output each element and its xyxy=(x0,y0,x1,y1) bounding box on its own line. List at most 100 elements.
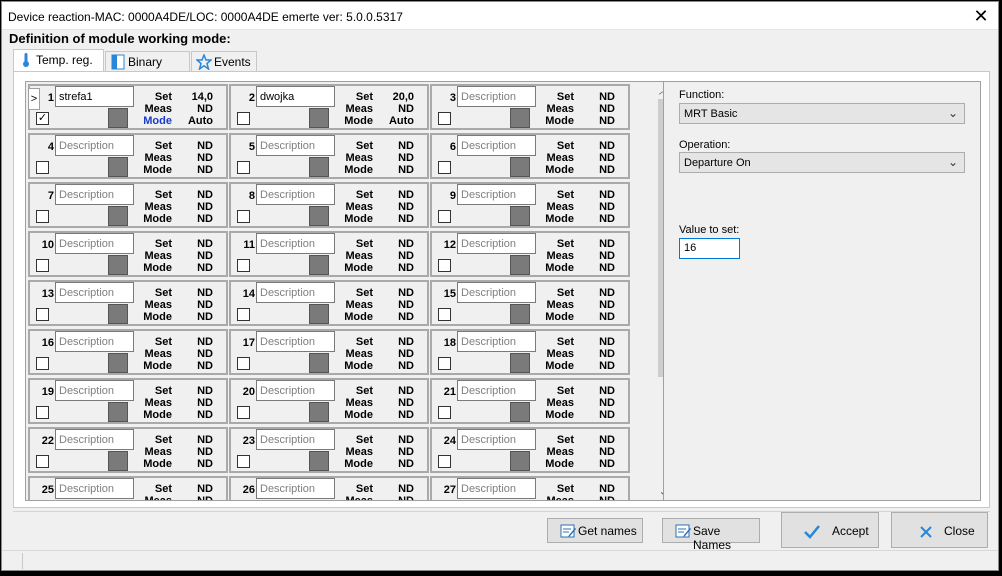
zone-description-input[interactable] xyxy=(457,331,536,352)
zone-color-swatch[interactable] xyxy=(309,108,329,128)
zone-description-input[interactable] xyxy=(457,380,536,401)
zone-checkbox[interactable] xyxy=(36,161,49,174)
zone-cell[interactable]: 3SetMeasModeNDNDND xyxy=(430,84,630,130)
zone-description-input[interactable] xyxy=(457,429,536,450)
zone-description-input[interactable] xyxy=(256,135,335,156)
zone-description-input[interactable] xyxy=(55,135,134,156)
zone-cell[interactable]: 21SetMeasModeNDNDND xyxy=(430,378,630,424)
zone-color-swatch[interactable] xyxy=(108,255,128,275)
zone-description-input[interactable] xyxy=(457,478,536,499)
tab-temp-reg[interactable]: Temp. reg. xyxy=(13,49,104,72)
zone-cell[interactable]: 26SetMeasModeNDNDND xyxy=(229,476,429,501)
function-select[interactable]: MRT Basic ⌄ xyxy=(679,103,965,124)
zone-description-input[interactable] xyxy=(55,478,134,499)
zone-cell[interactable]: 8SetMeasModeNDNDND xyxy=(229,182,429,228)
zone-cell[interactable]: 20SetMeasModeNDNDND xyxy=(229,378,429,424)
zone-checkbox[interactable] xyxy=(438,161,451,174)
zone-description-input[interactable] xyxy=(256,86,335,107)
zone-checkbox[interactable] xyxy=(438,112,451,125)
close-button[interactable]: Close xyxy=(891,512,988,548)
zone-color-swatch[interactable] xyxy=(108,304,128,324)
zone-color-swatch[interactable] xyxy=(510,304,530,324)
zone-cell[interactable]: 9SetMeasModeNDNDND xyxy=(430,182,630,228)
zone-description-input[interactable] xyxy=(256,478,335,499)
zone-checkbox[interactable] xyxy=(36,455,49,468)
zone-color-swatch[interactable] xyxy=(309,500,329,501)
zone-cell[interactable]: 27SetMeasModeNDNDND xyxy=(430,476,630,500)
zone-cell[interactable]: 2 SetMeasMode 20,0NDAuto xyxy=(229,84,429,130)
operation-select[interactable]: Departure On ⌄ xyxy=(679,152,965,173)
zone-checkbox[interactable] xyxy=(36,259,49,272)
zone-checkbox[interactable] xyxy=(237,161,250,174)
zone-description-input[interactable] xyxy=(55,184,134,205)
zone-description-input[interactable] xyxy=(55,86,134,107)
zone-checkbox-checked[interactable]: ✓ xyxy=(36,112,49,125)
zone-color-swatch[interactable] xyxy=(510,353,530,373)
zone-cell[interactable]: 18SetMeasModeNDNDND xyxy=(430,329,630,375)
zone-description-input[interactable] xyxy=(256,331,335,352)
zone-description-input[interactable] xyxy=(256,184,335,205)
get-names-button[interactable]: Get names xyxy=(547,518,643,543)
zone-color-swatch[interactable] xyxy=(309,255,329,275)
zone-color-swatch[interactable] xyxy=(309,451,329,471)
tab-binary-flags[interactable]: Binary flags xyxy=(105,51,190,83)
zone-checkbox[interactable] xyxy=(438,308,451,321)
zone-checkbox[interactable] xyxy=(237,210,250,223)
zone-cell[interactable]: 1✓SetMeasMode14,0NDAuto> xyxy=(28,84,228,130)
zone-checkbox[interactable] xyxy=(438,210,451,223)
zone-color-swatch[interactable] xyxy=(309,157,329,177)
zone-color-swatch[interactable] xyxy=(510,157,530,177)
value-input[interactable]: 16 xyxy=(679,238,740,259)
zone-color-swatch[interactable] xyxy=(108,108,128,128)
window-close-icon[interactable]: ✕ xyxy=(970,5,992,27)
zone-description-input[interactable] xyxy=(256,282,335,303)
zone-description-input[interactable] xyxy=(457,282,536,303)
zone-color-swatch[interactable] xyxy=(309,206,329,226)
zone-cell[interactable]: 25SetMeasModeNDNDND xyxy=(28,476,228,501)
zone-description-input[interactable] xyxy=(457,184,536,205)
zone-cell[interactable]: 6SetMeasModeNDNDND xyxy=(430,133,630,179)
zone-cell[interactable]: 12SetMeasModeNDNDND xyxy=(430,231,630,277)
zone-cell[interactable]: 14SetMeasModeNDNDND xyxy=(229,280,429,326)
zone-checkbox[interactable] xyxy=(237,112,250,125)
zone-description-input[interactable] xyxy=(55,282,134,303)
zone-color-swatch[interactable] xyxy=(309,304,329,324)
zone-color-swatch[interactable] xyxy=(309,353,329,373)
save-names-button[interactable]: Save Names xyxy=(662,518,760,552)
zone-description-input[interactable] xyxy=(256,429,335,450)
zone-color-swatch[interactable] xyxy=(108,451,128,471)
zone-color-swatch[interactable] xyxy=(108,402,128,422)
zone-color-swatch[interactable] xyxy=(108,500,128,501)
zone-checkbox[interactable] xyxy=(237,455,250,468)
zone-cell[interactable]: 7SetMeasModeNDNDND xyxy=(28,182,228,228)
zone-color-swatch[interactable] xyxy=(108,206,128,226)
zone-description-input[interactable] xyxy=(457,233,536,254)
zone-color-swatch[interactable] xyxy=(309,402,329,422)
zone-cell[interactable]: 17SetMeasModeNDNDND xyxy=(229,329,429,375)
zone-description-input[interactable] xyxy=(55,233,134,254)
zone-cell[interactable]: 15SetMeasModeNDNDND xyxy=(430,280,630,326)
zone-description-input[interactable] xyxy=(457,135,536,156)
accept-button[interactable]: Accept xyxy=(781,512,879,548)
zone-checkbox[interactable] xyxy=(36,210,49,223)
zone-cell[interactable]: 4SetMeasModeNDNDND xyxy=(28,133,228,179)
zone-checkbox[interactable] xyxy=(438,455,451,468)
zone-description-input[interactable] xyxy=(55,429,134,450)
zone-cell[interactable]: 5SetMeasModeNDNDND xyxy=(229,133,429,179)
zone-cell[interactable]: 10SetMeasModeNDNDND xyxy=(28,231,228,277)
zone-color-swatch[interactable] xyxy=(510,255,530,275)
zone-color-swatch[interactable] xyxy=(510,206,530,226)
zone-cell[interactable]: 13SetMeasModeNDNDND xyxy=(28,280,228,326)
zone-checkbox[interactable] xyxy=(36,308,49,321)
zone-description-input[interactable] xyxy=(256,233,335,254)
zone-checkbox[interactable] xyxy=(237,406,250,419)
zone-checkbox[interactable] xyxy=(36,357,49,370)
zone-description-input[interactable] xyxy=(256,380,335,401)
zone-color-swatch[interactable] xyxy=(108,157,128,177)
zone-color-swatch[interactable] xyxy=(510,108,530,128)
zone-checkbox[interactable] xyxy=(438,259,451,272)
zone-description-input[interactable] xyxy=(55,380,134,401)
zone-color-swatch[interactable] xyxy=(510,402,530,422)
zone-description-input[interactable] xyxy=(457,86,536,107)
zone-checkbox[interactable] xyxy=(438,406,451,419)
